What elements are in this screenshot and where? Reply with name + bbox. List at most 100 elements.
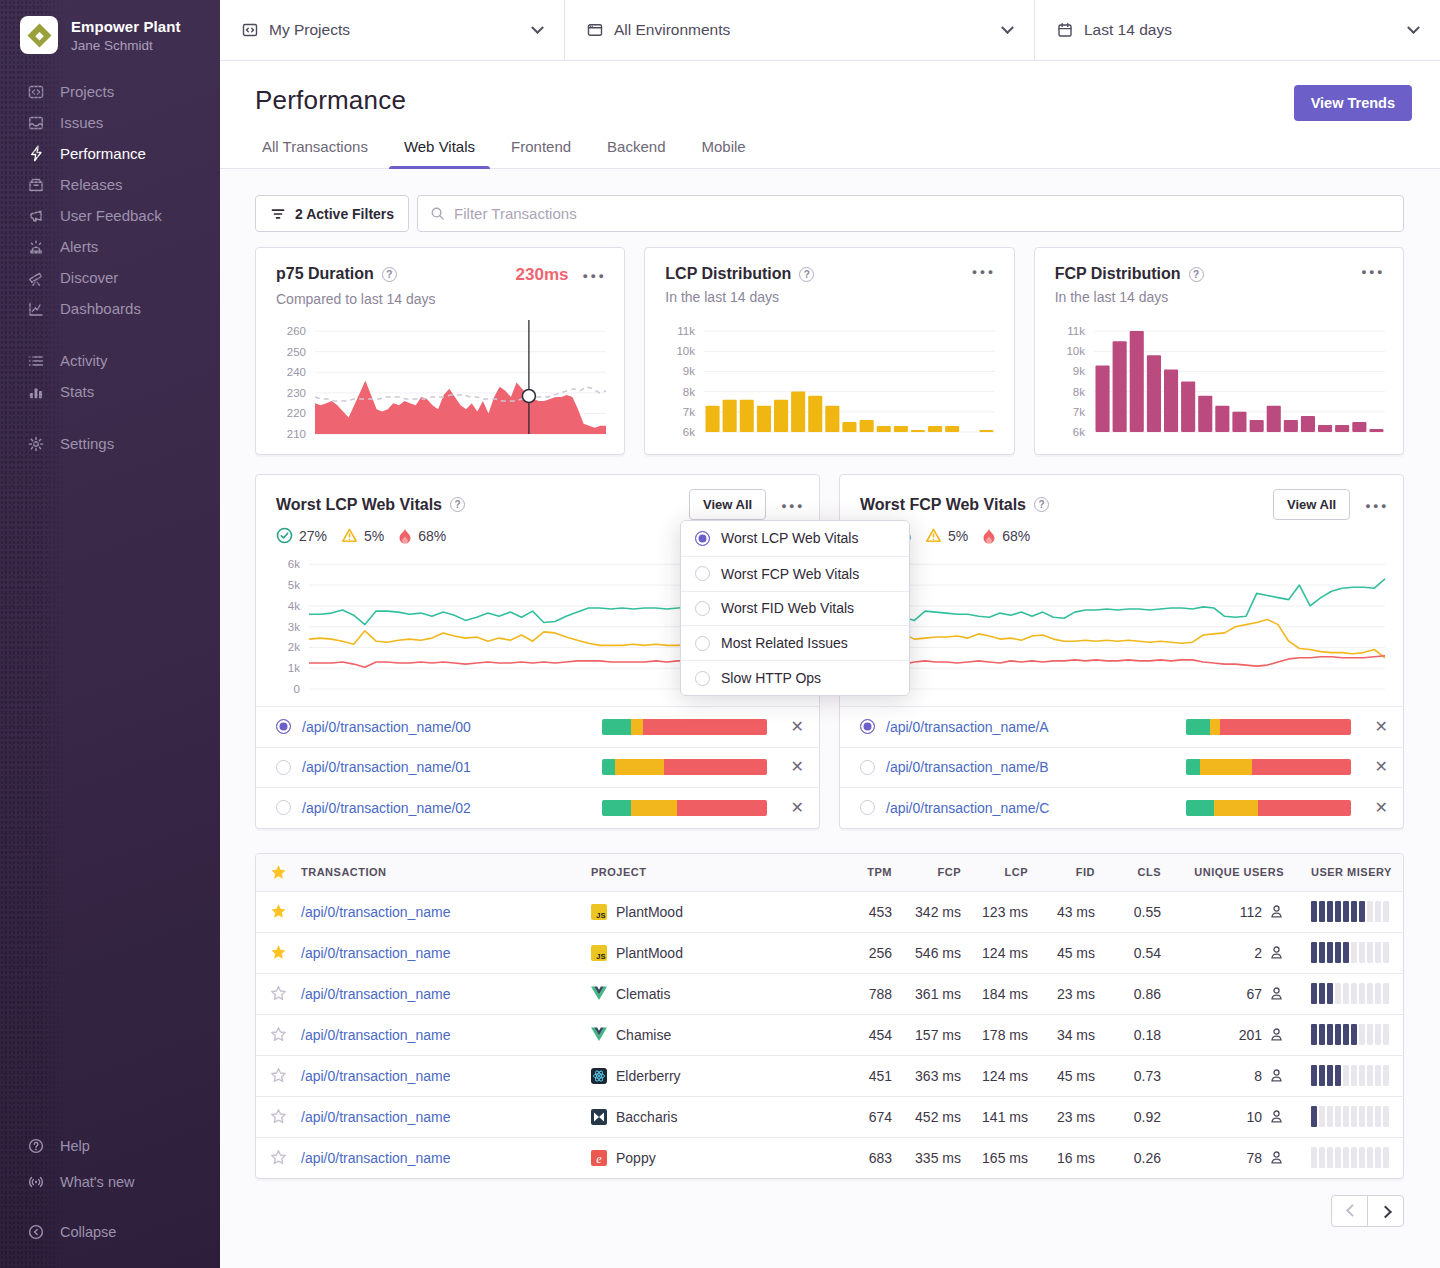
radio-unselected[interactable] bbox=[860, 760, 875, 775]
col-unique-users[interactable]: UNIQUE USERS bbox=[1161, 866, 1284, 878]
close-icon[interactable]: ✕ bbox=[1375, 719, 1388, 735]
dropdown-option-most-related-issues[interactable]: Most Related Issues bbox=[681, 625, 909, 660]
transaction-link[interactable]: /api/0/transaction_name bbox=[301, 945, 450, 961]
next-page-button[interactable] bbox=[1367, 1195, 1404, 1227]
project-link[interactable]: PlantMood bbox=[616, 904, 683, 920]
tab-backend[interactable]: Backend bbox=[592, 138, 680, 168]
project-link[interactable]: Poppy bbox=[616, 1150, 656, 1166]
sidebar-item-discover[interactable]: Discover bbox=[0, 262, 220, 293]
transaction-link[interactable]: /api/0/transaction_name/01 bbox=[302, 759, 471, 775]
transaction-link[interactable]: /api/0/transaction_name bbox=[301, 1068, 450, 1084]
vitals-transaction-row[interactable]: /api/0/transaction_name/01 ✕ bbox=[256, 747, 819, 788]
vitals-transaction-row[interactable]: /api/0/transaction_name/B ✕ bbox=[840, 747, 1403, 788]
project-link[interactable]: Baccharis bbox=[616, 1109, 677, 1125]
project-link[interactable]: Elderberry bbox=[616, 1068, 681, 1084]
project-link[interactable]: Chamise bbox=[616, 1027, 671, 1043]
star-outline-icon[interactable] bbox=[256, 1108, 301, 1125]
view-trends-button[interactable]: View Trends bbox=[1294, 85, 1412, 121]
active-filters-button[interactable]: 2 Active Filters bbox=[255, 195, 409, 232]
col-cls[interactable]: CLS bbox=[1095, 866, 1161, 878]
help-icon[interactable]: ? bbox=[1189, 267, 1204, 282]
close-icon[interactable]: ✕ bbox=[1375, 800, 1388, 816]
dropdown-option-worst-lcp-web-vitals[interactable]: Worst LCP Web Vitals bbox=[681, 521, 909, 556]
col-tpm[interactable]: TPM bbox=[817, 866, 892, 878]
radio-selected[interactable] bbox=[860, 719, 875, 734]
sidebar-footer-help[interactable]: Help bbox=[0, 1128, 220, 1164]
sidebar-footer-collapse[interactable]: Collapse bbox=[0, 1214, 220, 1250]
transaction-link[interactable]: /api/0/transaction_name bbox=[301, 1109, 450, 1125]
search-input[interactable]: Filter Transactions bbox=[417, 195, 1404, 232]
sidebar-item-alerts[interactable]: Alerts bbox=[0, 231, 220, 262]
radio-selected[interactable] bbox=[276, 719, 291, 734]
sidebar-item-dashboards[interactable]: Dashboards bbox=[0, 293, 220, 324]
star-outline-icon[interactable] bbox=[256, 1067, 301, 1084]
close-icon[interactable]: ✕ bbox=[791, 800, 804, 816]
help-icon[interactable]: ? bbox=[799, 267, 814, 282]
sidebar-item-projects[interactable]: Projects bbox=[0, 76, 220, 107]
environment-filter[interactable]: All Environments bbox=[564, 0, 1034, 60]
more-options-icon[interactable]: ●●● bbox=[1361, 267, 1385, 277]
more-options-icon[interactable]: ●●● bbox=[1365, 501, 1389, 511]
help-icon[interactable]: ? bbox=[1034, 497, 1049, 512]
star-outline-icon[interactable] bbox=[256, 1026, 301, 1043]
close-icon[interactable]: ✕ bbox=[791, 719, 804, 735]
vitals-transaction-row[interactable]: /api/0/transaction_name/02 ✕ bbox=[256, 787, 819, 828]
star-filled-icon[interactable] bbox=[256, 903, 301, 920]
sidebar-item-user-feedback[interactable]: User Feedback bbox=[0, 200, 220, 231]
previous-page-button[interactable] bbox=[1331, 1195, 1368, 1227]
col-user-misery[interactable]: USER MISERY bbox=[1284, 866, 1403, 878]
vitals-transaction-row[interactable]: /api/0/transaction_name/C ✕ bbox=[840, 787, 1403, 828]
sidebar-item-releases[interactable]: Releases bbox=[0, 169, 220, 200]
vitals-transaction-row[interactable]: /api/0/transaction_name/A ✕ bbox=[840, 706, 1403, 747]
star-outline-icon[interactable] bbox=[256, 985, 301, 1002]
transaction-link[interactable]: /api/0/transaction_name bbox=[301, 904, 450, 920]
tab-frontend[interactable]: Frontend bbox=[496, 138, 586, 168]
help-icon[interactable]: ? bbox=[450, 497, 465, 512]
project-link[interactable]: PlantMood bbox=[616, 945, 683, 961]
radio-unselected[interactable] bbox=[860, 800, 875, 815]
vitals-transaction-row[interactable]: /api/0/transaction_name/00 ✕ bbox=[256, 706, 819, 747]
transaction-link[interactable]: /api/0/transaction_name bbox=[301, 1027, 450, 1043]
sidebar-item-issues[interactable]: Issues bbox=[0, 107, 220, 138]
transaction-link[interactable]: /api/0/transaction_name bbox=[301, 986, 450, 1002]
close-icon[interactable]: ✕ bbox=[1375, 759, 1388, 775]
col-project[interactable]: PROJECT bbox=[591, 866, 817, 878]
date-filter[interactable]: Last 14 days bbox=[1034, 0, 1440, 60]
sidebar-item-stats[interactable]: Stats bbox=[0, 376, 220, 407]
view-all-button[interactable]: View All bbox=[689, 489, 766, 520]
transaction-link[interactable]: /api/0/transaction_name/02 bbox=[302, 800, 471, 816]
col-lcp[interactable]: LCP bbox=[961, 866, 1028, 878]
star-filled-icon[interactable] bbox=[256, 944, 301, 961]
close-icon[interactable]: ✕ bbox=[791, 759, 804, 775]
misery-bar bbox=[1335, 1106, 1341, 1127]
radio-unselected[interactable] bbox=[276, 760, 291, 775]
sidebar-item-activity[interactable]: Activity bbox=[0, 345, 220, 376]
more-options-icon[interactable]: ●●● bbox=[583, 271, 607, 281]
dropdown-option-slow-http-ops[interactable]: Slow HTTP Ops bbox=[681, 660, 909, 695]
more-options-icon[interactable]: ●●● bbox=[781, 501, 805, 511]
col-fcp[interactable]: FCP bbox=[892, 866, 961, 878]
tab-all-transactions[interactable]: All Transactions bbox=[247, 138, 383, 168]
transaction-link[interactable]: /api/0/transaction_name/A bbox=[886, 719, 1049, 735]
sidebar-item-settings[interactable]: Settings bbox=[0, 428, 220, 459]
dropdown-option-worst-fid-web-vitals[interactable]: Worst FID Web Vitals bbox=[681, 591, 909, 626]
tab-web-vitals[interactable]: Web Vitals bbox=[389, 138, 490, 168]
col-transaction[interactable]: TRANSACTION bbox=[301, 866, 591, 878]
col-fid[interactable]: FID bbox=[1028, 866, 1095, 878]
radio-unselected[interactable] bbox=[276, 800, 291, 815]
transaction-link[interactable]: /api/0/transaction_name/B bbox=[886, 759, 1049, 775]
star-outline-icon[interactable] bbox=[256, 1149, 301, 1166]
sidebar-footer-what-s-new[interactable]: What's new bbox=[0, 1164, 220, 1200]
org-switcher[interactable]: Empower Plant Jane Schmidt bbox=[0, 0, 220, 54]
dropdown-option-worst-fcp-web-vitals[interactable]: Worst FCP Web Vitals bbox=[681, 556, 909, 591]
transaction-link[interactable]: /api/0/transaction_name/00 bbox=[302, 719, 471, 735]
sidebar-item-performance[interactable]: Performance bbox=[0, 138, 220, 169]
transaction-link[interactable]: /api/0/transaction_name/C bbox=[886, 800, 1049, 816]
more-options-icon[interactable]: ●●● bbox=[972, 267, 996, 277]
project-link[interactable]: Clematis bbox=[616, 986, 670, 1002]
project-filter[interactable]: My Projects bbox=[220, 0, 564, 60]
help-icon[interactable]: ? bbox=[382, 267, 397, 282]
view-all-button[interactable]: View All bbox=[1273, 489, 1350, 520]
tab-mobile[interactable]: Mobile bbox=[686, 138, 760, 168]
transaction-link[interactable]: /api/0/transaction_name bbox=[301, 1150, 450, 1166]
